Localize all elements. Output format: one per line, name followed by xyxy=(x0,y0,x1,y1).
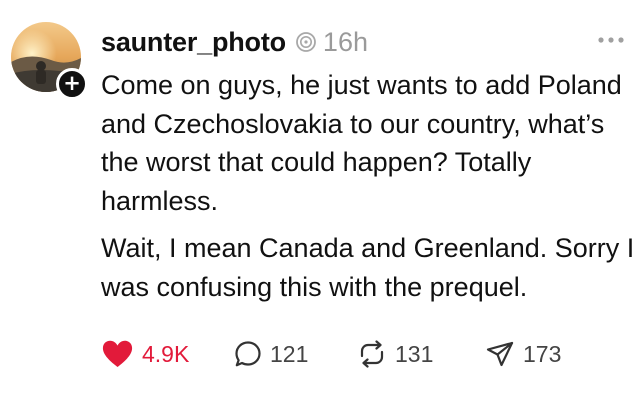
reply-icon xyxy=(235,341,261,367)
post-paragraph: Wait, I mean Canada and Greenland. Sorry… xyxy=(101,233,635,302)
thread-post: + saunter_photo 16h Come on guys, he jus… xyxy=(0,0,640,401)
reply-button[interactable]: 121 xyxy=(234,336,357,372)
follow-plus-icon[interactable]: + xyxy=(56,68,88,100)
action-bar: 4.9K 121 131 173 xyxy=(101,336,561,372)
post-body: Come on guys, he just wants to add Polan… xyxy=(101,66,636,306)
like-button[interactable]: 4.9K xyxy=(101,336,234,372)
repost-count: 131 xyxy=(395,340,434,367)
like-count: 4.9K xyxy=(142,340,190,367)
post-header: saunter_photo 16h xyxy=(101,22,368,62)
post-paragraph: Come on guys, he just wants to add Polan… xyxy=(101,70,622,216)
repost-icon xyxy=(360,340,384,368)
reply-count: 121 xyxy=(270,340,309,367)
heart-icon xyxy=(102,340,133,367)
share-button[interactable]: 173 xyxy=(485,336,561,372)
repost-button[interactable]: 131 xyxy=(357,336,485,372)
share-icon xyxy=(486,341,514,367)
username[interactable]: saunter_photo xyxy=(101,27,286,58)
share-count: 173 xyxy=(523,340,562,367)
timestamp: 16h xyxy=(322,26,368,57)
verified-badge-icon xyxy=(296,32,316,52)
more-options-icon[interactable] xyxy=(596,30,626,50)
